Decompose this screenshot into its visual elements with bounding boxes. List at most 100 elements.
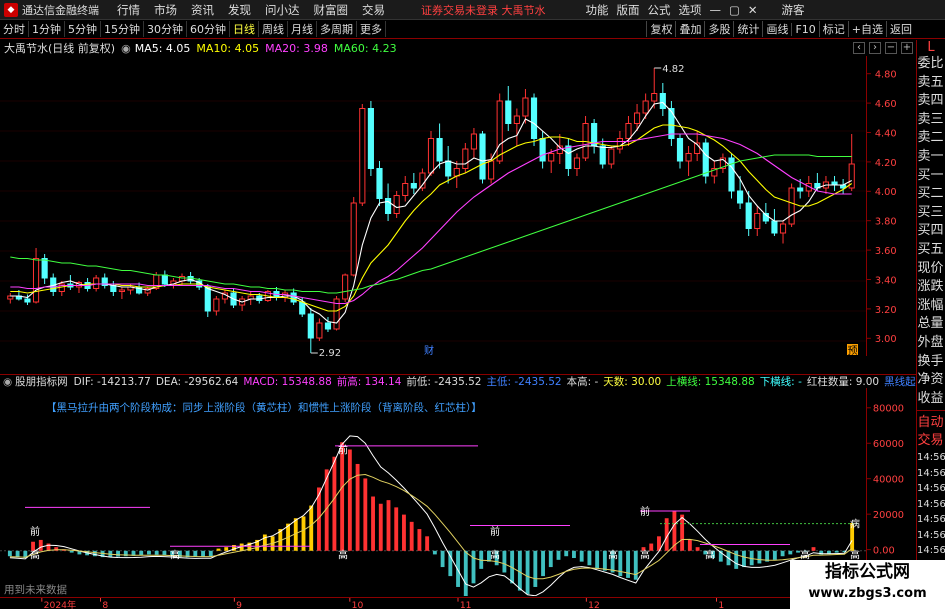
indicator-tick-label: 60000 [873, 439, 904, 450]
indicator-field-2: MACD: 15348.88 [243, 376, 332, 388]
menu-layout[interactable]: 版面 [617, 2, 640, 18]
guest-user[interactable]: 游客 [782, 2, 805, 18]
dif-line [9, 435, 853, 596]
price-tick-label: 3.00 [875, 334, 897, 345]
statistics-button[interactable]: 统计 [733, 21, 762, 37]
zoom-in-icon[interactable]: + [901, 42, 913, 54]
sidebar-item-2[interactable]: 卖四 [917, 92, 944, 111]
tab-15min[interactable]: 15分钟 [101, 21, 144, 37]
tab-monthly[interactable]: 月线 [288, 21, 317, 37]
settings-icon[interactable]: ◉ [121, 42, 131, 55]
menu-market[interactable]: 市场 [154, 2, 177, 18]
sidebar-item-3[interactable]: 卖三 [917, 111, 944, 130]
dea-line [9, 473, 853, 580]
macd-bar [417, 529, 422, 551]
sidebar-item-10[interactable]: 买五 [917, 241, 944, 260]
tab-60min[interactable]: 60分钟 [187, 21, 230, 37]
date-tick-label: 2024年 [44, 599, 76, 609]
sidebar-item-14[interactable]: 总量 [917, 315, 944, 334]
indicator-field-5: 主低: -2435.52 [486, 376, 562, 388]
price-tick-label: 4.60 [875, 99, 897, 110]
indicator-field-8: 上横线: 15348.88 [666, 376, 755, 388]
candle-body [642, 100, 649, 114]
menu-news[interactable]: 资讯 [191, 2, 214, 18]
macd-bar [38, 539, 43, 551]
indicator-tag-bing: 病 [850, 518, 860, 531]
restore-rights-button[interactable]: 复权 [646, 21, 675, 37]
minimize-icon[interactable]: — [710, 3, 722, 17]
overlay-button[interactable]: 叠加 [675, 21, 704, 37]
indicator-tag-gao: 高 [170, 548, 180, 561]
tab-timeshare[interactable]: 分时 [0, 21, 29, 37]
sidebar-item-8[interactable]: 买三 [917, 204, 944, 223]
sidebar-item-1[interactable]: 卖五 [917, 74, 944, 93]
sidebar-item-0[interactable]: 委比 [917, 55, 944, 74]
sidebar-item-4[interactable]: 卖二 [917, 129, 944, 148]
tab-multi-period[interactable]: 多周期 [317, 21, 357, 37]
tab-weekly[interactable]: 周线 [259, 21, 288, 37]
draw-line-button[interactable]: 画线 [762, 21, 791, 37]
menu-formula[interactable]: 公式 [648, 2, 671, 18]
sidebar-item-12[interactable]: 涨跌 [917, 278, 944, 297]
menu-options[interactable]: 选项 [679, 2, 702, 18]
macd-bar [541, 550, 545, 577]
macd-bar [456, 550, 460, 587]
candle-body [659, 93, 666, 109]
date-tick-label: 8 [102, 600, 108, 609]
sidebar-item-7[interactable]: 买二 [917, 185, 944, 204]
menu-wealth[interactable]: 财富圈 [314, 2, 349, 18]
sidebar-item-11[interactable]: 现价 [917, 260, 944, 279]
sidebar-item-6[interactable]: 买一 [917, 167, 944, 186]
candle-body [213, 298, 220, 312]
candle-body [488, 160, 495, 180]
sidebar-item-18[interactable]: 收益 [917, 390, 944, 409]
sidebar-item-13[interactable]: 涨幅 [917, 297, 944, 316]
period-toolbar: 分时 1分钟 5分钟 15分钟 30分钟 60分钟 日线 周线 月线 多周期 更… [0, 20, 945, 39]
multi-stock-button[interactable]: 多股 [704, 21, 733, 37]
candle-body [685, 153, 692, 162]
sidebar-toggle[interactable]: L [917, 40, 945, 55]
price-tick-label: 4.80 [875, 70, 897, 81]
macd-indicator-chart[interactable]: 前高高前高前高高前高高高6病高 [0, 388, 866, 596]
f10-button[interactable]: F10 [791, 22, 818, 36]
menu-ask[interactable]: 问小达 [265, 2, 300, 18]
chevron-left-icon[interactable]: ‹ [853, 42, 865, 54]
sidebar-item-5[interactable]: 卖一 [917, 148, 944, 167]
macd-bar [208, 550, 213, 557]
tab-1min[interactable]: 1分钟 [29, 21, 65, 37]
indicator-field-7: 天数: 30.00 [603, 376, 662, 388]
candlestick-chart[interactable]: 4.82 2.92 财 预 [0, 56, 866, 356]
indicator-fields: DIF: -14213.77 DEA: -29562.64 MACD: 15348.… [74, 375, 916, 388]
sidebar-item-9[interactable]: 买四 [917, 222, 944, 241]
maximize-icon[interactable]: ▢ [729, 3, 740, 17]
candle-body [307, 313, 314, 339]
tab-30min[interactable]: 30分钟 [144, 21, 187, 37]
menu-function[interactable]: 功能 [586, 2, 609, 18]
close-icon[interactable]: ✕ [748, 3, 758, 17]
tab-more[interactable]: 更多 [357, 21, 386, 37]
login-notice[interactable]: 证券交易未登录 大禹节水 [421, 2, 546, 18]
mark-button[interactable]: 标记 [818, 21, 848, 37]
candle-body [342, 274, 349, 300]
tab-daily[interactable]: 日线 [230, 21, 259, 37]
sidebar-item-15[interactable]: 外盘 [917, 334, 944, 353]
macd-bar [742, 550, 746, 568]
ma10-label: MA10: 4.05 [196, 41, 260, 55]
sidebar-item-16[interactable]: 换手 [917, 353, 944, 372]
chevron-right-icon[interactable]: › [869, 42, 881, 54]
zoom-out-icon[interactable]: − [885, 42, 897, 54]
macd-bar [355, 463, 360, 551]
menu-discover[interactable]: 发现 [228, 2, 251, 18]
sidebar-item-17[interactable]: 净资 [917, 371, 944, 390]
sidebar-time-1: 交易 [917, 433, 944, 449]
forecast-marker: 预 [848, 345, 858, 356]
menu-trade[interactable]: 交易 [362, 2, 385, 18]
indicator-settings-icon[interactable]: ◉ [3, 376, 12, 388]
tab-5min[interactable]: 5分钟 [65, 21, 101, 37]
candle-body [565, 145, 572, 169]
menu-quotes[interactable]: 行情 [117, 2, 140, 18]
back-button[interactable]: 返回 [886, 21, 915, 37]
sidebar-time-6: 14:56 [917, 514, 945, 526]
macd-bar [371, 496, 375, 551]
add-watchlist-button[interactable]: +自选 [847, 21, 886, 37]
